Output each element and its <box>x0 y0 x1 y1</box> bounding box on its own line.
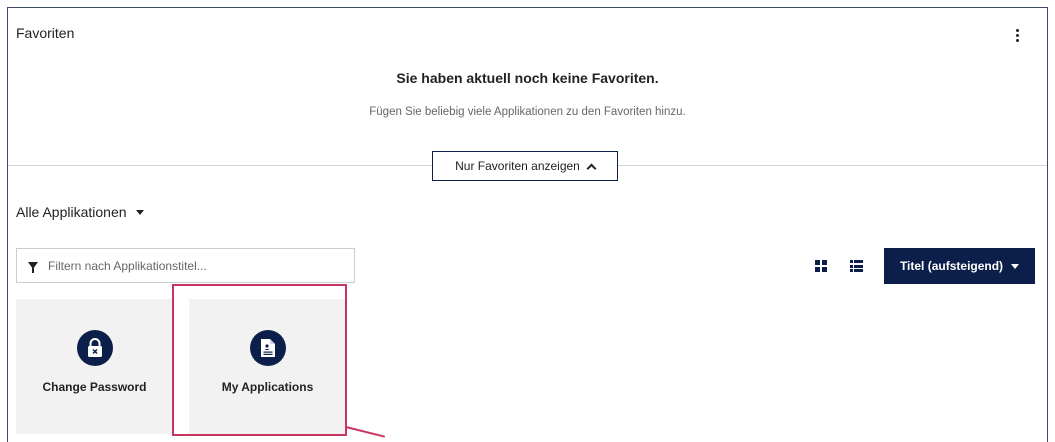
sort-dropdown-button[interactable]: Titel (aufsteigend) <box>884 248 1035 284</box>
all-applications-label: Alle Applikationen <box>16 204 127 220</box>
show-favorites-only-button[interactable]: Nur Favoriten anzeigen <box>432 151 618 181</box>
app-tile-label: My Applications <box>221 380 314 394</box>
show-favorites-only-label: Nur Favoriten anzeigen <box>455 159 580 173</box>
chevron-up-icon <box>586 163 597 173</box>
filter-input[interactable] <box>48 258 338 273</box>
filter-field[interactable] <box>16 248 355 283</box>
more-options-icon[interactable] <box>1011 25 1023 45</box>
list-view-icon[interactable] <box>850 260 863 272</box>
all-applications-dropdown[interactable]: Alle Applikationen <box>16 204 144 220</box>
app-tile-my-applications[interactable]: My Applications <box>189 299 346 434</box>
filter-icon <box>28 262 38 273</box>
favorites-panel: Favoriten Sie haben aktuell noch keine F… <box>7 7 1048 442</box>
empty-favorites-title: Sie haben aktuell noch keine Favoriten. <box>396 70 659 86</box>
app-tile-label: Change Password <box>42 380 147 394</box>
app-tile-change-password[interactable]: Change Password <box>16 299 173 434</box>
caret-down-icon <box>135 209 144 215</box>
grid-view-icon[interactable] <box>815 260 827 272</box>
caret-down-icon <box>1011 263 1020 269</box>
favorites-header: Favoriten <box>16 25 75 41</box>
lock-icon <box>76 330 113 366</box>
empty-favorites-subtitle: Fügen Sie beliebig viele Applikationen z… <box>369 106 686 118</box>
document-icon <box>249 330 286 366</box>
sort-label: Titel (aufsteigend) <box>899 259 1004 273</box>
